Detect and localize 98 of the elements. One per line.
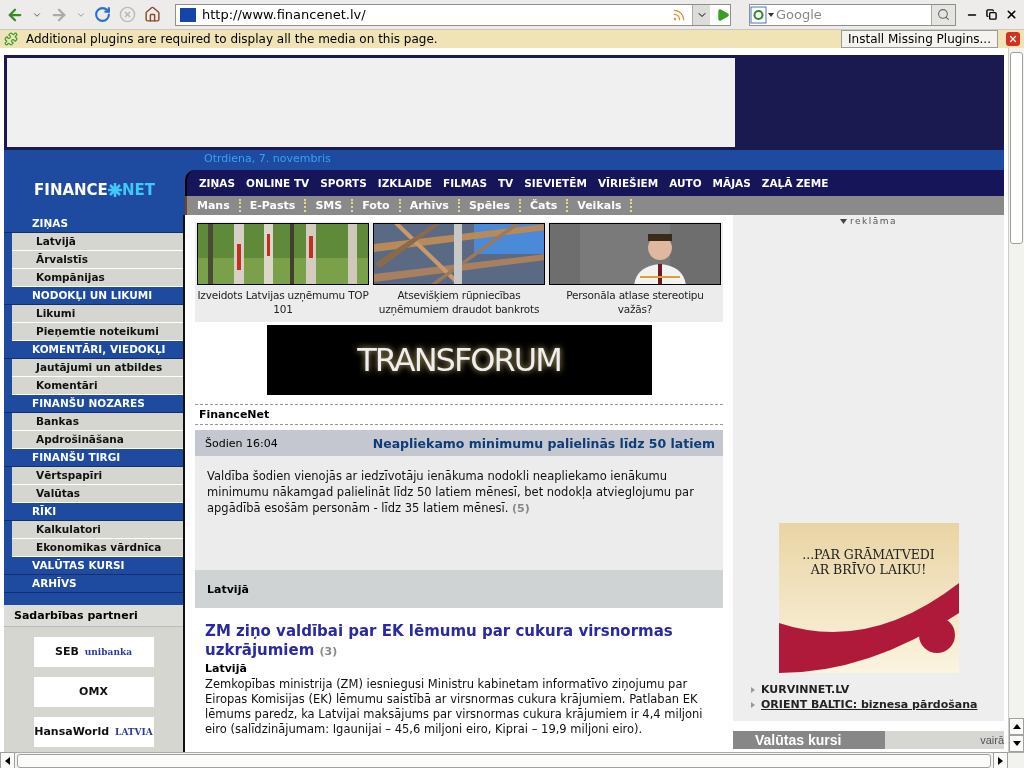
rates-title: Valūtas kursi xyxy=(733,731,885,749)
site-favicon-icon xyxy=(180,7,196,22)
nav-link[interactable]: FILMAS xyxy=(443,177,487,189)
home-icon xyxy=(144,6,161,23)
partner-logo[interactable]: OMX xyxy=(33,677,154,707)
ad-slogan: ...PAR GRĀMATVEDI xyxy=(802,547,935,562)
sidebar-section-header[interactable]: ARHĪVS xyxy=(4,575,183,593)
nav-link[interactable]: TV xyxy=(497,177,514,189)
home-button[interactable] xyxy=(142,4,163,25)
featured-caption[interactable]: Izveidots Latvijas uzņēmumu TOP 101 xyxy=(197,288,369,316)
search-field[interactable]: Google xyxy=(749,3,956,26)
nav-link[interactable]: SIEVIETĒM xyxy=(524,177,587,189)
date-text: Otrdiena, 7. novembris xyxy=(203,151,332,167)
sidebar-item[interactable]: Valūtas xyxy=(12,485,183,503)
ad-link[interactable]: KURVINNET.LV xyxy=(761,683,850,696)
nav-link[interactable]: ONLINE TV xyxy=(246,177,310,189)
caret-icon xyxy=(839,218,847,224)
sidebar-item[interactable]: Jautājumi un atbildes xyxy=(12,359,183,377)
rss-icon xyxy=(672,7,686,22)
right-arrow-icon xyxy=(998,756,1003,765)
sidebar-item[interactable]: Apdrošināšana xyxy=(12,431,183,449)
sidebar-item[interactable]: Vērtspapīri xyxy=(12,467,183,485)
ad-image[interactable]: ...PAR GRĀMATVEDI AR BRĪVO LAIKU! xyxy=(778,523,959,673)
nav-link[interactable]: AUTO xyxy=(669,177,702,189)
partner-logo-text: SEB xyxy=(54,646,79,658)
search-icon xyxy=(937,8,950,21)
sidebar-item[interactable]: Ārvalstīs xyxy=(12,251,183,269)
sidebar-item[interactable]: Latvijā xyxy=(12,233,183,251)
sidebar-item[interactable]: Ekonomikas vārdnīca xyxy=(12,539,183,557)
comment-count[interactable]: (3) xyxy=(319,645,338,658)
article-text: Zemkopības ministrija (ZM) iesniegusi Ministru kabinetam informatīvo ziņojumu par Eiropas Komisijas (EK) lēmumu saistībā ar virsnormas cukura krājumiem. Patlaban EK lēmums paredz, ka Latvijai maksājums par virsnormas cukura krājumiem ir 4,4 miljoni eiro (salīdzinājumam: Igaunijai – 45,6 miljoni eiro, Kiprai – 19,9 miljoni eiro). xyxy=(205,677,704,737)
partner-logo[interactable]: SEB unibanka xyxy=(33,637,154,667)
partner-logo-text: HansaWorld xyxy=(34,726,110,738)
site-logo[interactable]: FINANCE NET xyxy=(34,180,155,199)
scroll-down-button[interactable] xyxy=(1009,735,1024,752)
section-title: FinanceNet xyxy=(195,404,723,425)
article-title[interactable]: ZM ziņo valdībai par EK lēmumu par cukura virsnormas uzkrājumiem (3) xyxy=(205,622,713,661)
more-link[interactable]: vairā xyxy=(980,734,1004,746)
featured-caption[interactable]: Personāla atlase stereotipu važās? xyxy=(549,288,721,316)
lead-headline[interactable]: Neapliekamo minimumu palielinās līdz 50 latiem xyxy=(372,435,715,451)
search-button[interactable] xyxy=(931,4,955,25)
scroll-right-button[interactable] xyxy=(993,752,1008,768)
partner-logo-text: LATVIA xyxy=(115,726,153,738)
left-arrow-icon xyxy=(5,756,10,765)
up-arrow-icon xyxy=(1012,724,1021,729)
down-arrow-icon xyxy=(1012,741,1021,746)
nav-link[interactable]: SPORTS xyxy=(320,177,367,189)
partner-logo[interactable]: HansaWorld LATVIA xyxy=(33,717,154,747)
address-field[interactable]: http://www.financenet.lv/ xyxy=(175,3,731,26)
nav-link[interactable]: IZKLAIDE xyxy=(377,177,433,189)
ad-label: reklāma xyxy=(839,215,898,226)
ad-link[interactable]: ORIENT BALTIC: biznesa pārdošana xyxy=(761,698,978,711)
sidebar-item[interactable]: Kalkulatori xyxy=(12,521,183,539)
article-category: Latvijā xyxy=(205,662,248,675)
close-notification-button[interactable] xyxy=(1006,32,1020,46)
bullet-icon xyxy=(751,686,755,693)
lead-time: Šodien 16:04 xyxy=(205,436,278,450)
notification-message: Additional plugins are required to display all the media on this page. xyxy=(26,32,439,46)
close-icon xyxy=(1005,8,1018,21)
sidebar-section-header[interactable]: VALŪTAS KURSI xyxy=(4,557,183,575)
sidebar-item[interactable]: Bankas xyxy=(12,413,183,431)
nav-link[interactable]: ZIŅAS xyxy=(199,177,235,189)
lead-text: Valdība šodien vienojās ar iedzīvotāju ienākuma nodokli neapliekamo ienākumu minimumu nākamgad palielināt līdz 50 latiem mēnesī, bet nodokļa atvieglojumu par apgādībā esošām personām - līdz 35 latiem mēnesī. (5) xyxy=(207,468,695,517)
nav-link[interactable]: VĪRIEŠIEM xyxy=(597,177,659,189)
search-engine-icon xyxy=(750,5,774,24)
bullet-icon xyxy=(751,701,755,708)
sidebar-section-header[interactable]: FINANŠU NOZARES xyxy=(4,395,183,413)
banner-ad[interactable]: TRANSFORUM xyxy=(266,325,652,395)
partners-title: Sadarbības partneri xyxy=(4,605,183,627)
stop-icon xyxy=(119,6,136,23)
scroll-up-button[interactable] xyxy=(1009,718,1024,735)
partner-logo-text: OMX xyxy=(79,686,108,698)
nav-link[interactable]: ZAĻĀ ZEME xyxy=(761,177,829,189)
go-icon xyxy=(716,7,730,22)
reload-button[interactable] xyxy=(92,4,113,25)
partner-logo-text: unibanka xyxy=(84,646,133,658)
sidebar-item[interactable]: Likumi xyxy=(12,305,183,323)
sidebar-section-header[interactable]: RĪKI xyxy=(4,503,183,521)
puzzle-icon xyxy=(4,32,18,46)
history-dropdown[interactable] xyxy=(692,4,710,25)
restore-icon xyxy=(986,9,997,20)
scroll-left-button[interactable] xyxy=(0,752,15,768)
star-icon xyxy=(107,182,122,197)
close-icon xyxy=(1008,34,1018,44)
featured-caption[interactable]: Atsevišķiem rūpniecības uzņēmumiem draudot bankrots xyxy=(373,288,545,316)
vertical-scrollbar[interactable] xyxy=(1008,48,1024,752)
install-plugins-button[interactable]: Install Missing Plugins... xyxy=(841,30,998,48)
sidebar-item[interactable]: Komentāri xyxy=(12,377,183,395)
ad-slogan: AR BRĪVO LAIKU! xyxy=(810,562,927,577)
sidebar-section-header[interactable]: KOMENTĀRI, VIEDOKĻI xyxy=(4,341,183,359)
scroll-thumb[interactable] xyxy=(1010,52,1023,244)
nav-link[interactable]: MĀJAS xyxy=(712,177,751,189)
restore-button[interactable] xyxy=(984,7,999,22)
reload-icon xyxy=(94,6,111,23)
sidebar-item[interactable]: Pieņemtie noteikumi xyxy=(12,323,183,341)
category-title: Latvijā xyxy=(207,582,249,596)
sidebar-section-header[interactable]: FINANŠU TIRGI xyxy=(4,449,183,467)
sidebar-item[interactable]: Kompānijas xyxy=(12,269,183,287)
